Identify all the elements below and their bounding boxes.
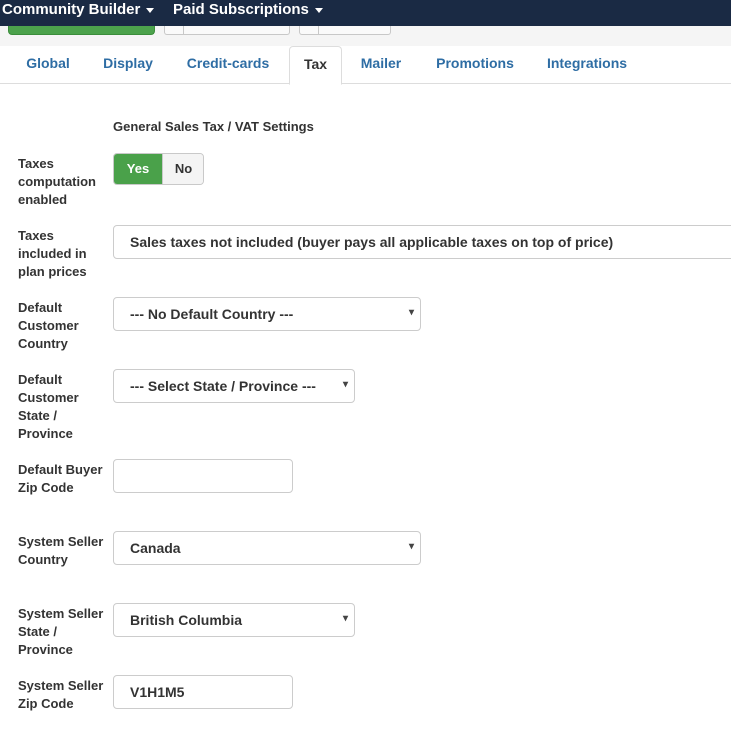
tab-credit-cards[interactable]: Credit-cards <box>173 46 283 84</box>
select-arrow-icon: ▾ <box>342 613 348 624</box>
section-title: General Sales Tax / VAT Settings <box>113 119 314 134</box>
seller-state-value: British Columbia <box>130 612 243 628</box>
select-arrow-icon: ▾ <box>342 379 348 390</box>
menu-community-builder[interactable]: Community Builder <box>2 0 155 22</box>
tab-integrations[interactable]: Integrations <box>536 46 638 84</box>
taxes-enabled-toggle: Yes No <box>113 153 204 185</box>
default-country-value: --- No Default Country --- <box>130 306 294 322</box>
seller-country-label: System Seller Country <box>18 534 104 567</box>
menu-paid-subscriptions-label: Paid Subscriptions <box>173 1 309 18</box>
taxes-included-value: Sales taxes not included (buyer pays all… <box>130 234 614 250</box>
caret-down-icon <box>146 7 155 13</box>
default-country-select[interactable]: --- No Default Country --- ▾ <box>113 297 421 331</box>
taxes-included-select[interactable]: Sales taxes not included (buyer pays all… <box>113 225 731 259</box>
default-state-label: Default Customer State / Province <box>18 372 79 441</box>
toolbar-button[interactable] <box>299 26 391 35</box>
default-zip-input[interactable] <box>113 459 293 493</box>
select-arrow-icon: ▾ <box>408 307 414 318</box>
select-arrow-icon: ▾ <box>408 541 414 552</box>
default-country-label: Default Customer Country <box>18 300 79 351</box>
seller-zip-input[interactable]: V1H1M5 <box>113 675 293 709</box>
save-button[interactable] <box>8 26 155 35</box>
caret-down-icon <box>314 7 323 13</box>
tab-promotions[interactable]: Promotions <box>422 46 528 84</box>
taxes-enabled-label: Taxes computation enabled <box>18 156 96 207</box>
yes-button[interactable]: Yes <box>114 154 162 184</box>
seller-zip-value: V1H1M5 <box>130 684 185 700</box>
seller-state-select[interactable]: British Columbia ▾ <box>113 603 355 637</box>
seller-zip-label: System Seller Zip Code <box>18 678 104 711</box>
menu-community-builder-label: Community Builder <box>2 1 141 18</box>
no-button[interactable]: No <box>162 154 203 184</box>
tab-global[interactable]: Global <box>13 46 83 84</box>
top-navbar: Community Builder Paid Subscriptions <box>0 0 731 26</box>
settings-tabs: Global Display Credit-cards Tax Mailer P… <box>0 46 731 85</box>
seller-country-value: Canada <box>130 540 181 556</box>
default-state-value: --- Select State / Province --- <box>130 378 316 394</box>
taxes-included-label: Taxes included in plan prices <box>18 228 87 279</box>
tab-mailer[interactable]: Mailer <box>348 46 414 84</box>
default-state-select[interactable]: --- Select State / Province --- ▾ <box>113 369 355 403</box>
toolbar-button[interactable] <box>164 26 290 35</box>
seller-country-select[interactable]: Canada ▾ <box>113 531 421 565</box>
default-zip-label: Default Buyer Zip Code <box>18 462 103 495</box>
tab-tax[interactable]: Tax <box>289 46 342 85</box>
menu-paid-subscriptions[interactable]: Paid Subscriptions <box>173 0 323 22</box>
seller-state-label: System Seller State / Province <box>18 606 104 657</box>
tab-display[interactable]: Display <box>92 46 164 84</box>
